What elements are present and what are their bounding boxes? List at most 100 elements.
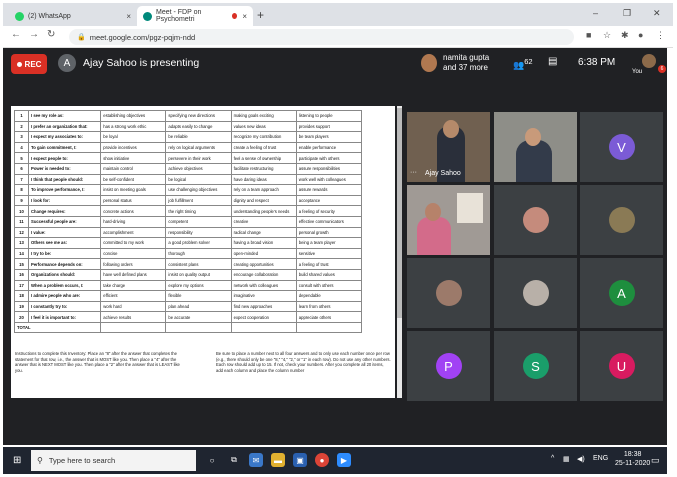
row-answer: work well with colleagues: [295, 173, 363, 186]
row-answer: expect cooperation: [230, 311, 297, 323]
row-question: Organizations should:: [28, 268, 102, 281]
bookmark-star-icon[interactable]: ☆: [603, 30, 611, 41]
row-answer: participate with others: [295, 152, 363, 164]
participant-avatar: V: [608, 134, 635, 160]
browser-tab-strip: (2) WhatsApp × Meet - FDP on Psychometri…: [3, 3, 673, 26]
total-cell: [230, 321, 297, 334]
row-answer: hard-driving: [100, 215, 167, 228]
row-number: 20: [13, 311, 30, 323]
row-answer: use challenging objectives: [165, 184, 232, 196]
row-answer: consistent plans: [165, 258, 232, 270]
row-answer: be reliable: [165, 131, 232, 143]
tab-label: (2) WhatsApp: [28, 12, 71, 20]
language-indicator[interactable]: ENG: [593, 455, 608, 462]
close-window-button[interactable]: ✕: [653, 8, 661, 19]
people-icon: 👥: [513, 60, 525, 70]
row-answer: understanding people's needs: [230, 205, 297, 217]
participant-tile-photo[interactable]: [580, 185, 663, 255]
participant-avatar: [522, 280, 549, 306]
row-question: I look for:: [28, 194, 102, 207]
tab-whatsapp[interactable]: (2) WhatsApp ×: [9, 6, 137, 26]
slide-scrollbar-thumb[interactable]: [397, 108, 402, 318]
participant-tile-s[interactable]: S: [494, 331, 577, 401]
tab-meet[interactable]: Meet - FDP on Psychometri ×: [137, 6, 253, 26]
row-answer: imaginative: [230, 290, 297, 302]
address-bar[interactable]: 🔒 meet.google.com/pgz-pqjm-ndd: [69, 29, 574, 45]
camera-icon[interactable]: ■: [586, 30, 591, 40]
row-number: 7: [13, 173, 30, 186]
row-answer: insist on quality output: [165, 268, 232, 281]
row-question: Change requires:: [28, 205, 102, 217]
row-number: 12: [13, 226, 30, 239]
row-answer: assure rewards: [295, 184, 363, 196]
row-answer: network with colleagues: [230, 279, 297, 292]
taskbar-search[interactable]: ⚲ Type here to search: [31, 450, 196, 471]
network-icon[interactable]: ▦: [563, 455, 570, 463]
notification-icon[interactable]: ▭: [651, 455, 660, 466]
table-row: 10 Change requires: concrete actions the ri…: [13, 205, 363, 217]
taskbar-clock[interactable]: 18:38 25-11-2020: [615, 450, 650, 468]
participant-tile-a[interactable]: A: [580, 258, 663, 328]
row-question: I constantly try to:: [28, 300, 102, 313]
file-explorer-icon[interactable]: ▬: [271, 453, 285, 467]
cortana-icon[interactable]: ○: [205, 453, 219, 467]
maximize-button[interactable]: ❐: [623, 8, 631, 19]
task-view-icon[interactable]: ⧉: [227, 453, 241, 467]
participant-tile-video[interactable]: [407, 185, 490, 255]
tab-label: Meet - FDP on Psychometri: [156, 9, 202, 23]
participant-tile-v[interactable]: V: [580, 112, 663, 182]
more-options-icon[interactable]: ···: [410, 169, 417, 176]
forward-icon[interactable]: →: [29, 29, 39, 40]
row-question: I think that people should:: [28, 173, 102, 186]
windows-start-icon[interactable]: ⊞: [13, 455, 21, 466]
total-cell: [165, 321, 232, 334]
new-tab-button[interactable]: +: [257, 8, 264, 22]
volume-icon[interactable]: ◀): [577, 455, 585, 463]
close-icon[interactable]: ×: [126, 12, 131, 21]
participants-summary[interactable]: namita gupta and 37 more: [443, 53, 489, 73]
participant-tile-p[interactable]: P: [407, 331, 490, 401]
row-answer: flexible: [165, 290, 232, 302]
tray-chevron-icon[interactable]: ^: [551, 455, 554, 462]
participant-tile-photo[interactable]: [494, 258, 577, 328]
row-question: To improve performance, I:: [28, 184, 102, 196]
row-question: When a problem occurs, I:: [28, 279, 102, 292]
row-answer: concrete actions: [100, 205, 167, 217]
total-label: TOTAL: [13, 321, 102, 334]
participant-tile-video[interactable]: [494, 112, 577, 182]
back-icon[interactable]: ←: [11, 29, 21, 40]
row-answer: competent: [165, 215, 232, 228]
row-answer: having a broad vision: [230, 237, 297, 249]
row-answer: take charge: [100, 279, 167, 292]
zoom-icon[interactable]: ▶: [337, 453, 351, 467]
row-answer: committed to my work: [100, 237, 167, 249]
row-answer: provides support: [295, 120, 363, 133]
row-number: 14: [13, 247, 30, 260]
participant-tile-u[interactable]: U: [580, 331, 663, 401]
chrome-icon[interactable]: ●: [315, 453, 329, 467]
table-row: 20 I feel it is important to: achieve resu…: [13, 311, 363, 323]
row-answer: have daring ideas: [230, 173, 297, 186]
participant-tile-photo[interactable]: [494, 185, 577, 255]
row-answer: maintain control: [100, 162, 167, 175]
store-icon[interactable]: ▣: [293, 453, 307, 467]
presentation-screen: 1I see my role as: establishing objective…: [11, 106, 395, 398]
row-answer: accomplishment: [100, 226, 167, 239]
participant-tile-ajay[interactable]: ··· Ajay Sahoo: [407, 112, 490, 182]
row-question: To gain commitment, I:: [28, 141, 102, 154]
reload-icon[interactable]: ↻: [47, 29, 55, 40]
participant-name: namita gupta: [443, 53, 490, 62]
participant-avatar: U: [608, 353, 635, 379]
mail-icon[interactable]: ✉: [249, 453, 263, 467]
you-avatar[interactable]: [642, 54, 656, 68]
menu-icon[interactable]: ⋮: [656, 30, 665, 41]
row-number: 3: [13, 131, 30, 143]
chat-icon[interactable]: ▤: [548, 56, 557, 67]
clock-date: 25-11-2020: [615, 460, 651, 467]
participant-tile-photo[interactable]: [407, 258, 490, 328]
close-icon[interactable]: ×: [242, 12, 247, 21]
extensions-icon[interactable]: ✱: [621, 30, 629, 41]
profile-icon[interactable]: ●: [638, 30, 643, 40]
minimize-button[interactable]: –: [593, 8, 598, 18]
people-button[interactable]: 👥62: [513, 57, 533, 71]
